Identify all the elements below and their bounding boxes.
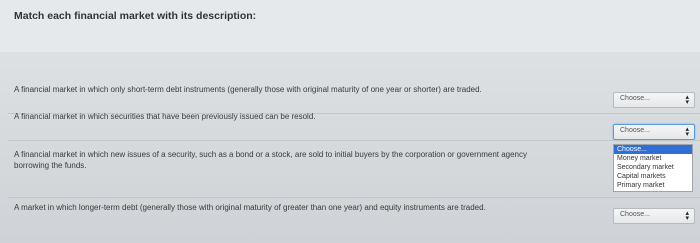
dropdown-option[interactable]: Choose... [614,145,692,154]
caret-right-icon: ▶ [684,147,690,154]
up-down-arrows-icon: ▴ ▾ [685,210,689,222]
dropdown-option[interactable]: Capital markets [614,172,692,181]
question-header: Match each financial market with its des… [0,0,700,52]
row-3-description-line-1: A financial market in which new issues o… [14,150,528,159]
up-down-arrows-icon: ▴ ▾ [685,126,689,138]
dropdown-option[interactable]: Money market [614,154,692,163]
row-2-description: A financial market in which securities t… [14,112,316,121]
row-4-description: A market in which longer-term debt (gene… [14,203,486,212]
row-3-description: A financial market in which new issues o… [14,149,527,171]
row-3-dropdown-list[interactable]: Choose... Money market Secondary market … [613,144,693,192]
row-2-select-value: Choose... [620,127,650,134]
row-4-select-value: Choose... [620,211,650,218]
question-title: Match each financial market with its des… [14,10,257,22]
row-1-select[interactable]: Choose... ▴ ▾ [613,92,695,108]
dropdown-option[interactable]: Secondary market [614,163,692,172]
row-separator [8,197,700,198]
row-1-description: A financial market in which only short-t… [14,85,482,94]
row-3-description-line-2: borrowing the funds. [14,161,87,170]
row-separator [8,140,700,141]
row-1-select-value: Choose... [620,95,650,102]
up-down-arrows-icon: ▴ ▾ [685,94,689,106]
quiz-page: Match each financial market with its des… [0,0,700,243]
row-4-select[interactable]: Choose... ▴ ▾ [613,208,695,224]
dropdown-option[interactable]: Primary market [614,181,692,190]
row-2-select[interactable]: Choose... ▴ ▾ [613,124,695,140]
